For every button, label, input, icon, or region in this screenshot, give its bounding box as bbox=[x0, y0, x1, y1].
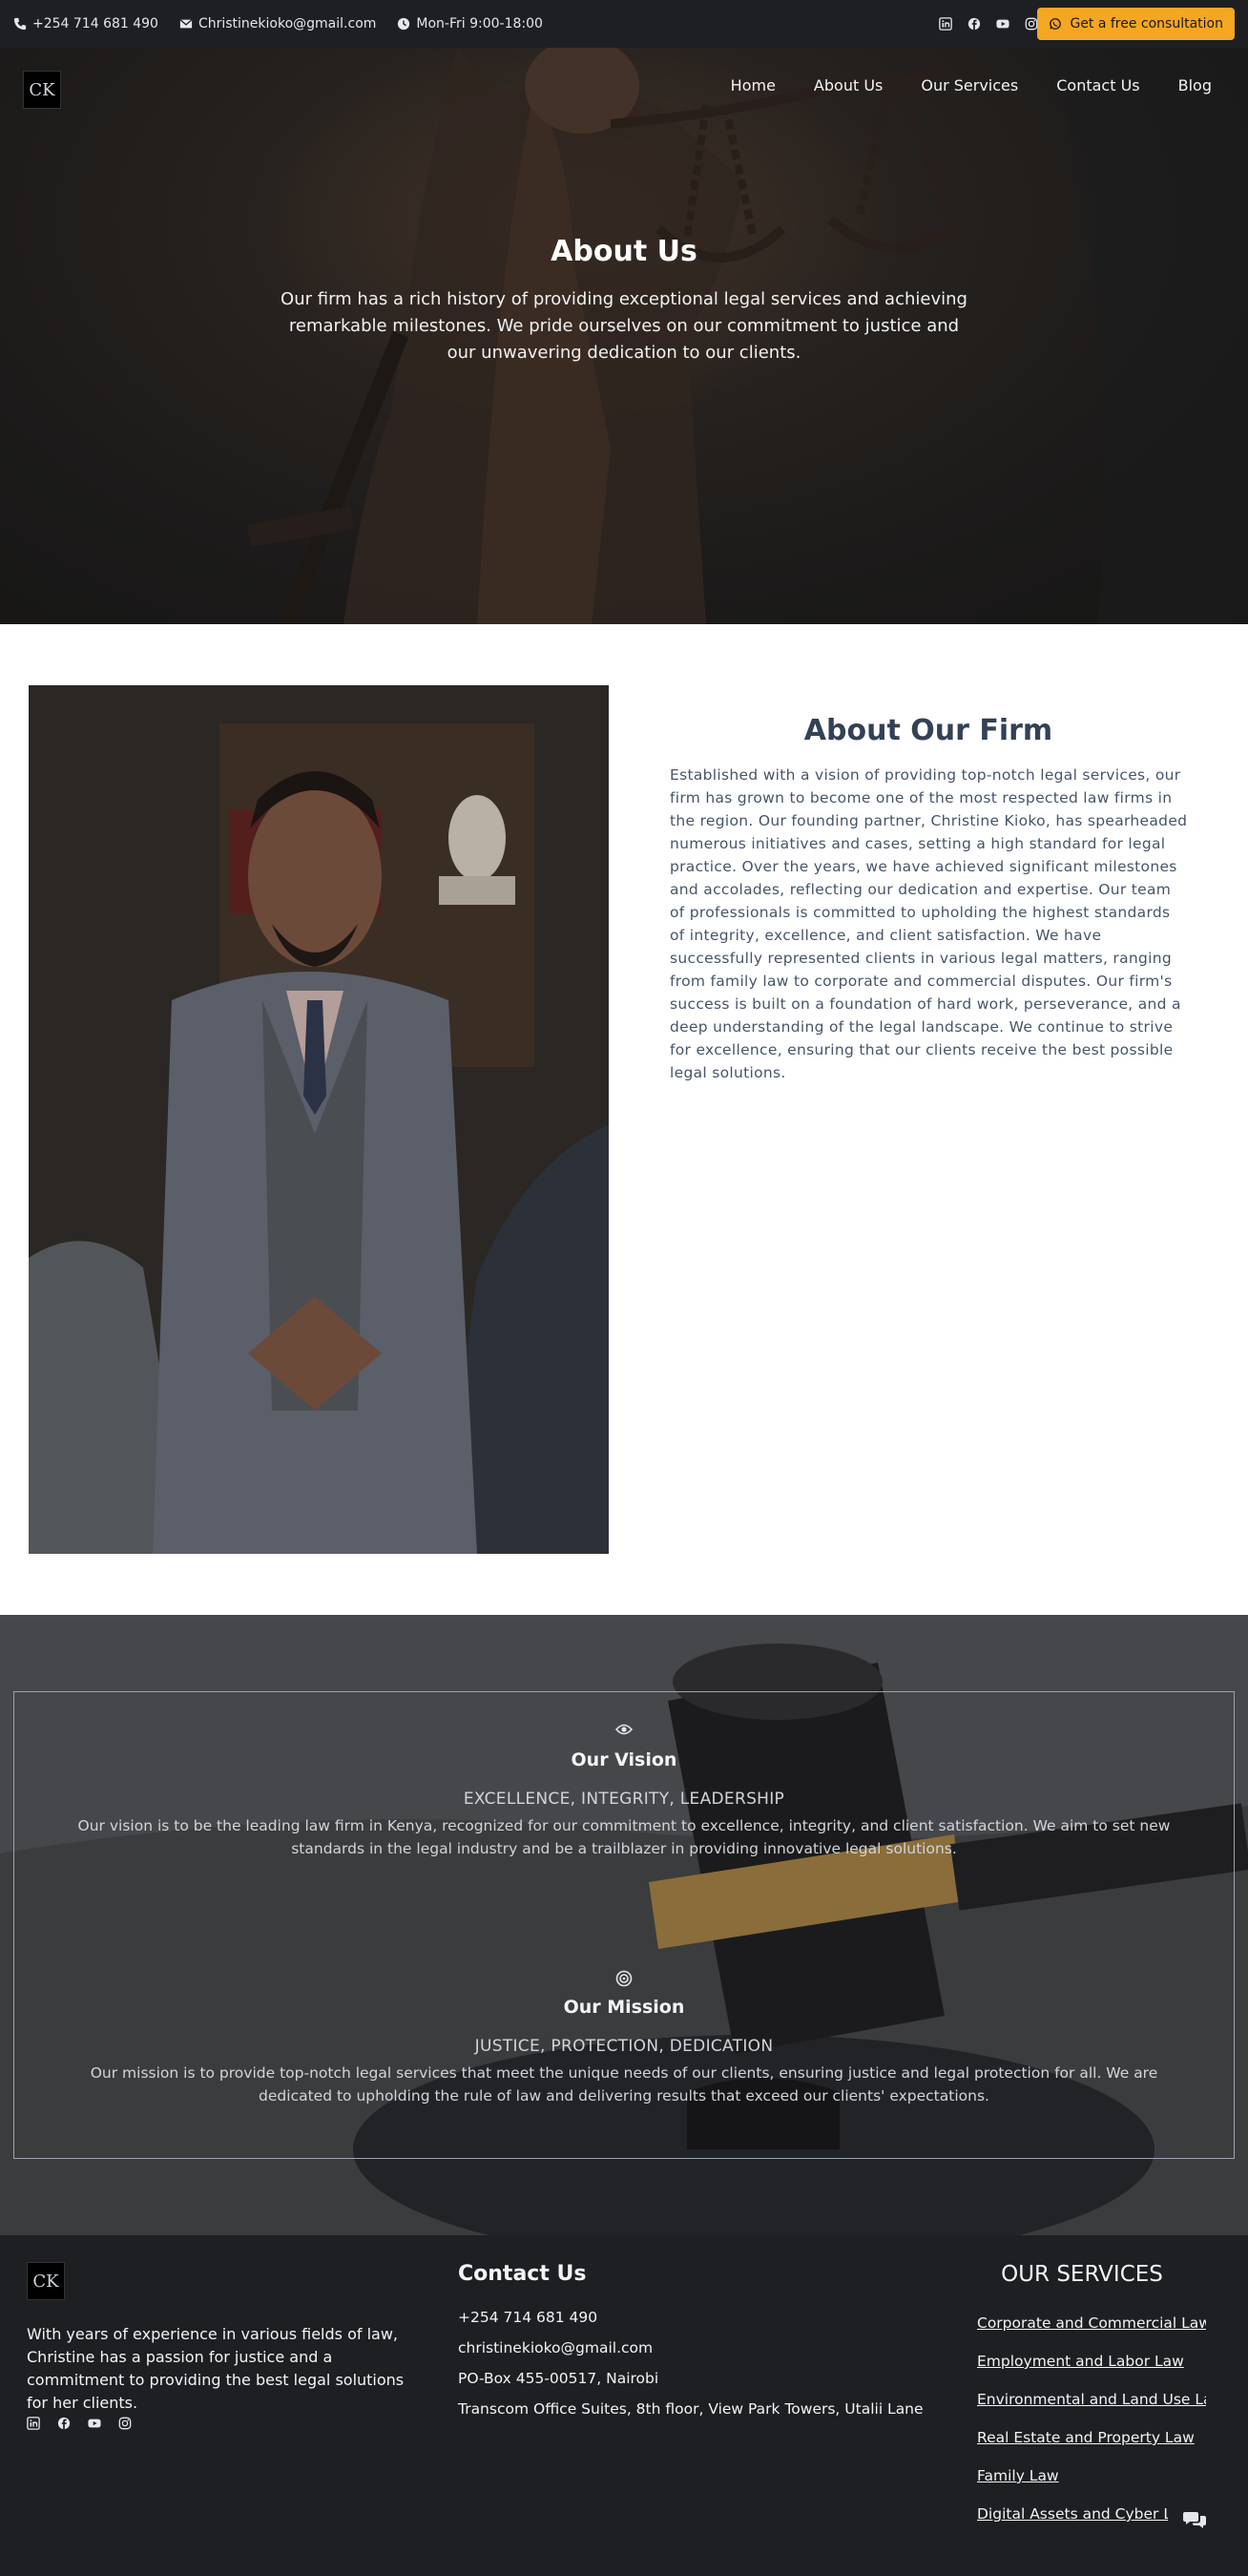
linkedin-icon[interactable] bbox=[939, 17, 952, 31]
whatsapp-icon bbox=[1050, 18, 1062, 30]
about-firm-text: Established with a vision of providing t… bbox=[670, 766, 1188, 1081]
service-link-employment[interactable]: Employment and Labor Law bbox=[977, 2352, 1206, 2371]
logo-text: CK bbox=[29, 79, 55, 100]
site-logo[interactable]: CK bbox=[23, 71, 61, 109]
email-text: Christinekioko@gmail.com bbox=[198, 16, 377, 31]
facebook-icon[interactable] bbox=[57, 2417, 71, 2430]
vision-block: Our Vision EXCELLENCE, INTEGRITY, LEADER… bbox=[0, 1722, 1248, 1860]
mission-text: Our mission is to provide top-notch lega… bbox=[90, 2064, 1158, 2105]
service-link-corporate[interactable]: Corporate and Commercial Law bbox=[977, 2314, 1206, 2333]
hero-section: CK Home About Us Our Services Contact Us… bbox=[0, 48, 1248, 624]
vision-title: Our Vision bbox=[571, 1749, 677, 1770]
footer-address: Transcom Office Suites, 8th floor, View … bbox=[458, 2400, 924, 2418]
mission-block: Our Mission JUSTICE, PROTECTION, DEDICAT… bbox=[0, 1970, 1248, 2107]
youtube-icon[interactable] bbox=[88, 2417, 101, 2430]
services-list: Corporate and Commercial Law Employment … bbox=[977, 2314, 1225, 2524]
instagram-icon[interactable] bbox=[118, 2417, 132, 2430]
nav-blog[interactable]: Blog bbox=[1178, 76, 1212, 94]
instagram-icon[interactable] bbox=[1025, 17, 1038, 31]
main-nav: Home About Us Our Services Contact Us Bl… bbox=[731, 76, 1212, 94]
hours-info: Mon-Fri 9:00-18:00 bbox=[397, 16, 543, 31]
footer-email[interactable]: christinekioko@gmail.com bbox=[458, 2339, 924, 2356]
phone-text: +254 714 681 490 bbox=[32, 16, 158, 31]
footer-social-links bbox=[27, 2417, 132, 2430]
linkedin-icon[interactable] bbox=[27, 2417, 40, 2430]
consult-label: Get a free consultation bbox=[1070, 16, 1223, 31]
chat-icon[interactable] bbox=[1183, 2510, 1206, 2529]
footer-contact: Contact Us +254 714 681 490 christinekio… bbox=[458, 2262, 924, 2418]
nav-our-services[interactable]: Our Services bbox=[921, 76, 1018, 94]
service-link-family[interactable]: Family Law bbox=[977, 2466, 1206, 2485]
vision-mission-section: Our Vision EXCELLENCE, INTEGRITY, LEADER… bbox=[0, 1615, 1248, 2235]
mission-tagline: JUSTICE, PROTECTION, DEDICATION bbox=[474, 2037, 774, 2056]
vision-tagline: EXCELLENCE, INTEGRITY, LEADERSHIP bbox=[463, 1790, 785, 1809]
hero-title: About Us bbox=[551, 235, 697, 268]
hero-text: Our firm has a rich history of providing… bbox=[281, 289, 967, 363]
footer-contact-title: Contact Us bbox=[458, 2262, 587, 2286]
service-link-environmental[interactable]: Environmental and Land Use Law bbox=[977, 2390, 1206, 2409]
email-info[interactable]: Christinekioko@gmail.com bbox=[179, 16, 376, 31]
lawyer-portrait-image bbox=[29, 685, 609, 1554]
top-bar: +254 714 681 490 Christinekioko@gmail.co… bbox=[0, 0, 1248, 48]
eye-icon bbox=[614, 1724, 634, 1735]
top-social-links bbox=[939, 0, 1038, 48]
footer-about-text: With years of experience in various fiel… bbox=[27, 2325, 405, 2412]
nav-home[interactable]: Home bbox=[731, 76, 776, 94]
free-consultation-button[interactable]: Get a free consultation bbox=[1037, 8, 1235, 40]
footer: CK With years of experience in various f… bbox=[0, 2235, 1248, 2576]
footer-services: OUR SERVICES Corporate and Commercial La… bbox=[977, 2262, 1225, 2543]
footer-logo-text: CK bbox=[32, 2271, 59, 2292]
mission-title: Our Mission bbox=[563, 1997, 685, 2018]
service-link-digital-assets[interactable]: Digital Assets and Cyber Law bbox=[977, 2504, 1168, 2524]
envelope-icon bbox=[179, 19, 193, 29]
contact-info: +254 714 681 490 Christinekioko@gmail.co… bbox=[13, 0, 543, 48]
facebook-icon[interactable] bbox=[967, 17, 981, 31]
phone-info[interactable]: +254 714 681 490 bbox=[13, 16, 158, 31]
footer-phone[interactable]: +254 714 681 490 bbox=[458, 2309, 924, 2326]
about-firm-title: About Our Firm bbox=[803, 714, 1053, 747]
footer-services-title: OUR SERVICES bbox=[1001, 2262, 1163, 2287]
youtube-icon[interactable] bbox=[996, 17, 1009, 31]
nav-about-us[interactable]: About Us bbox=[814, 76, 883, 94]
footer-po-box: PO-Box 455-00517, Nairobi bbox=[458, 2370, 659, 2387]
phone-icon bbox=[13, 17, 27, 31]
clock-icon bbox=[398, 17, 410, 31]
hours-text: Mon-Fri 9:00-18:00 bbox=[416, 16, 543, 31]
vision-text: Our vision is to be the leading law firm… bbox=[77, 1817, 1171, 1857]
service-link-real-estate[interactable]: Real Estate and Property Law bbox=[977, 2428, 1206, 2447]
footer-logo[interactable]: CK bbox=[27, 2262, 65, 2300]
nav-contact-us[interactable]: Contact Us bbox=[1056, 76, 1139, 94]
target-icon bbox=[615, 1970, 633, 1987]
